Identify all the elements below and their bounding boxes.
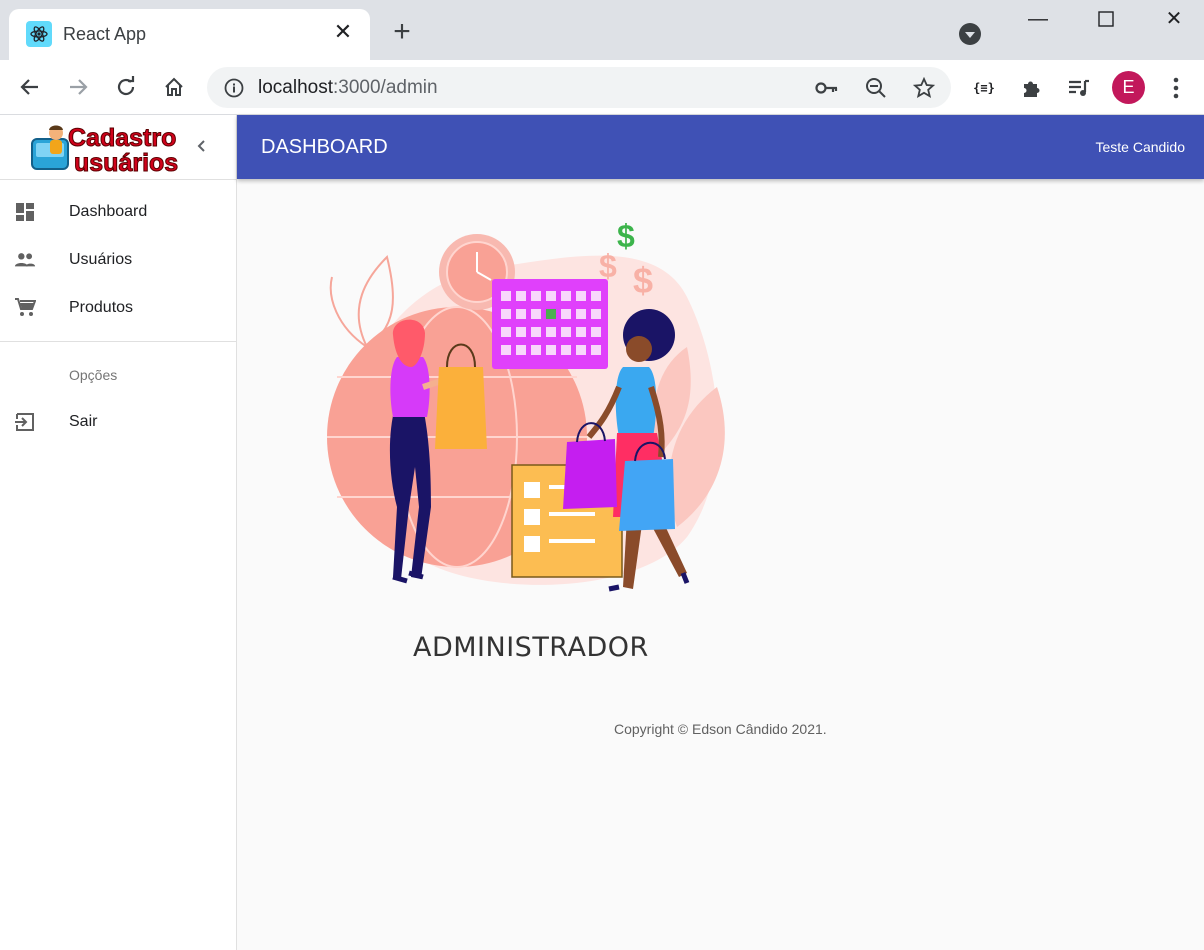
svg-text:$: $ (633, 260, 653, 301)
sidebar: Cadastro usuários Dashboard Usuários Pro… (0, 115, 237, 950)
forward-icon[interactable] (61, 70, 95, 104)
people-icon (14, 249, 36, 271)
browser-toolbar: localhost:3000/admin {≡} E (0, 60, 1204, 115)
sidebar-item-dashboard[interactable]: Dashboard (0, 188, 236, 236)
page-title: DASHBOARD (261, 136, 388, 158)
user-name[interactable]: Teste Candido (1095, 139, 1185, 155)
profile-avatar[interactable]: E (1112, 71, 1145, 104)
sidebar-header: Cadastro usuários (0, 115, 236, 180)
svg-text:$: $ (617, 218, 635, 254)
json-extension-icon[interactable]: {≡} (969, 73, 999, 103)
sidebar-section-header: Opções (69, 367, 118, 383)
tab-search-icon[interactable] (959, 23, 981, 45)
cadastro-usuarios-logo: Cadastro usuários (31, 124, 179, 175)
sidebar-item-label: Produtos (69, 299, 134, 316)
browser-tab[interactable]: React App ✕ (9, 9, 370, 60)
tab-title: React App (63, 24, 147, 44)
bookmark-star-icon[interactable] (911, 75, 937, 101)
extensions-puzzle-icon[interactable] (1017, 73, 1047, 103)
browser-tabbar: React App ✕ + — ✕ (0, 0, 1204, 60)
tab-close-icon[interactable]: ✕ (330, 19, 356, 45)
app-bar: DASHBOARD Teste Candido (237, 115, 1204, 179)
dashboard-icon (14, 201, 36, 223)
shopping-illustration: $ $ $ (327, 218, 725, 592)
back-icon[interactable] (13, 70, 47, 104)
minimize-button[interactable]: — (1010, 0, 1066, 40)
zoom-out-icon[interactable] (863, 75, 889, 101)
sidebar-item-label: Usuários (69, 251, 133, 268)
home-icon[interactable] (157, 70, 191, 104)
media-queue-icon[interactable] (1064, 73, 1094, 103)
sidebar-item-sair[interactable]: Sair (0, 398, 236, 446)
cart-icon (14, 297, 36, 319)
svg-text:$: $ (599, 248, 617, 284)
key-icon[interactable] (814, 75, 840, 101)
new-tab-button[interactable]: + (386, 17, 418, 49)
logo-line2: usuários (74, 149, 178, 175)
exit-icon (14, 411, 36, 433)
close-window-button[interactable]: ✕ (1146, 0, 1202, 40)
sidebar-item-label: Dashboard (69, 203, 148, 220)
admin-heading: ADMINISTRADOR (413, 632, 649, 663)
sidebar-item-usuarios[interactable]: Usuários (0, 236, 236, 284)
browser-menu-icon[interactable] (1161, 73, 1191, 103)
reload-icon[interactable] (109, 70, 143, 104)
logo-line1: Cadastro (68, 124, 176, 152)
maximize-button[interactable] (1078, 0, 1134, 40)
url-text: localhost:3000/admin (258, 77, 438, 98)
site-info-icon[interactable] (221, 75, 247, 101)
sidebar-divider (0, 341, 236, 342)
copyright-text: Copyright © Edson Cândido 2021. (614, 721, 827, 737)
address-bar[interactable]: localhost:3000/admin (207, 67, 951, 108)
sidebar-item-label: Sair (69, 413, 98, 430)
sidebar-item-produtos[interactable]: Produtos (0, 284, 236, 332)
main-content: $ $ $ ADMINISTRADOR Copyright © Edson Câ… (237, 179, 1204, 950)
react-favicon-icon (26, 21, 52, 47)
chevron-left-icon[interactable] (194, 135, 216, 159)
